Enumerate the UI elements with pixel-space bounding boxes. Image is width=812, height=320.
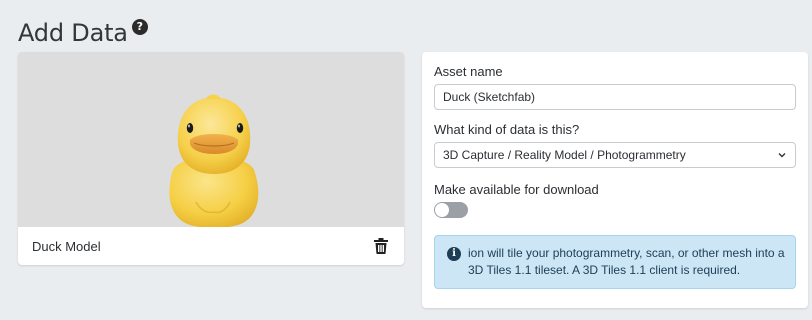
model-preview-image bbox=[18, 52, 404, 227]
delete-button[interactable] bbox=[372, 237, 390, 255]
info-alert: i ion will tile your photogrammetry, sca… bbox=[434, 235, 796, 289]
asset-name-label: Asset name bbox=[434, 64, 503, 79]
asset-name-input[interactable] bbox=[434, 84, 796, 110]
asset-form: Asset name What kind of data is this? 3D… bbox=[422, 52, 808, 308]
duck-3d-model-icon bbox=[169, 94, 259, 227]
download-label: Make available for download bbox=[434, 182, 599, 197]
preview-card: Duck Model bbox=[18, 52, 404, 265]
info-text: ion will tile your photogrammetry, scan,… bbox=[468, 246, 785, 277]
help-icon[interactable]: ? bbox=[131, 19, 148, 35]
model-name: Duck Model bbox=[32, 238, 101, 254]
trash-icon bbox=[374, 238, 388, 254]
data-kind-select[interactable]: 3D Capture / Reality Model / Photogramme… bbox=[434, 142, 796, 168]
download-toggle[interactable] bbox=[434, 202, 468, 218]
page-header: Add Data ? bbox=[18, 14, 148, 52]
data-kind-label: What kind of data is this? bbox=[434, 122, 580, 137]
chevron-down-icon bbox=[778, 153, 786, 158]
data-kind-selected-value: 3D Capture / Reality Model / Photogramme… bbox=[443, 148, 686, 162]
toggle-knob bbox=[435, 203, 449, 217]
page-title: Add Data bbox=[18, 19, 128, 47]
preview-footer: Duck Model bbox=[18, 227, 404, 265]
info-icon: i bbox=[447, 247, 461, 261]
